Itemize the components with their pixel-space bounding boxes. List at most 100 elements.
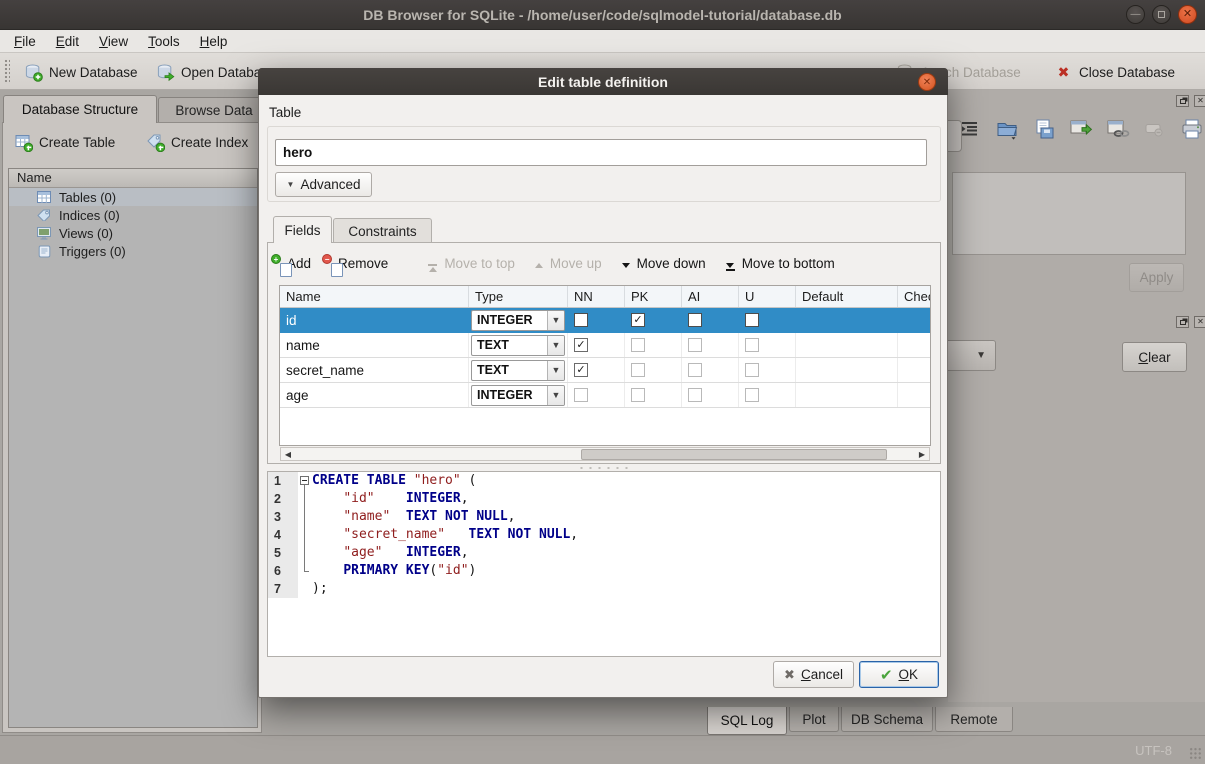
- tree-column-header-name[interactable]: Name: [9, 169, 257, 188]
- menu-tools[interactable]: Tools: [138, 32, 190, 51]
- checkbox-pk[interactable]: ✓: [625, 308, 682, 332]
- move-down-button[interactable]: Move down: [622, 256, 706, 271]
- clear-button[interactable]: Clear: [1122, 342, 1187, 372]
- close-dock-icon[interactable]: ✕: [1194, 95, 1205, 107]
- checkbox-pk[interactable]: [625, 383, 682, 407]
- splitter-handle[interactable]: [577, 466, 631, 470]
- field-type-select[interactable]: INTEGER▼: [469, 383, 568, 407]
- create-index-button[interactable]: Create Index: [146, 133, 248, 152]
- field-row-id[interactable]: idINTEGER▼✓: [280, 308, 930, 333]
- checkbox-ai[interactable]: [682, 358, 739, 382]
- tree-item-indices[interactable]: Indices (0): [9, 206, 257, 224]
- cancel-button[interactable]: ✖ Cancel: [773, 661, 854, 688]
- menu-view[interactable]: View: [89, 32, 138, 51]
- menu-help[interactable]: Help: [190, 32, 238, 51]
- column-header-nn[interactable]: NN: [568, 286, 625, 307]
- checkbox-u[interactable]: [739, 308, 796, 332]
- open-file-icon[interactable]: [995, 116, 1019, 142]
- window-titlebar[interactable]: DB Browser for SQLite - /home/user/code/…: [0, 0, 1205, 30]
- field-row-age[interactable]: ageINTEGER▼: [280, 383, 930, 408]
- close-window-button[interactable]: ✕: [1178, 5, 1197, 24]
- field-check[interactable]: [898, 358, 931, 382]
- remove-button[interactable]: −Remove: [331, 256, 388, 271]
- float-dock-icon[interactable]: [1176, 95, 1189, 107]
- bottom-tab-db-schema[interactable]: DB Schema: [841, 707, 933, 732]
- save-file-icon[interactable]: [1032, 116, 1056, 142]
- checkbox-u[interactable]: [739, 358, 796, 382]
- new-database-icon: [24, 63, 43, 82]
- menu-edit[interactable]: Edit: [46, 32, 89, 51]
- field-row-secret-name[interactable]: secret_nameTEXT▼✓: [280, 358, 930, 383]
- scrollbar-thumb[interactable]: [581, 449, 887, 460]
- checkbox-nn[interactable]: ✓: [568, 333, 625, 357]
- checkbox-ai[interactable]: [682, 308, 739, 332]
- advanced-button[interactable]: ▼ Advanced: [275, 172, 372, 197]
- sql-line: 1CREATE TABLE "hero" (: [268, 472, 940, 490]
- checkbox-nn[interactable]: [568, 308, 625, 332]
- checkbox-u[interactable]: [739, 383, 796, 407]
- column-header-name[interactable]: Name: [280, 286, 469, 307]
- cell-editor-area[interactable]: [952, 172, 1186, 255]
- checkbox-pk[interactable]: [625, 333, 682, 357]
- column-header-pk[interactable]: PK: [625, 286, 682, 307]
- column-header-type[interactable]: Type: [469, 286, 568, 307]
- field-type-select[interactable]: TEXT▼: [469, 333, 568, 357]
- field-row-name[interactable]: nameTEXT▼✓: [280, 333, 930, 358]
- dialog-titlebar[interactable]: Edit table definition: [258, 68, 948, 95]
- table-name-input[interactable]: [275, 139, 927, 166]
- ok-button[interactable]: ✔ OK: [859, 661, 939, 688]
- minimize-button[interactable]: —: [1126, 5, 1145, 24]
- checkbox-nn[interactable]: ✓: [568, 358, 625, 382]
- checkbox-nn[interactable]: [568, 383, 625, 407]
- column-header-default[interactable]: Default: [796, 286, 898, 307]
- fold-marker-box[interactable]: [298, 472, 312, 490]
- column-header-check[interactable]: Check: [898, 286, 931, 307]
- scroll-right-icon[interactable]: ▶: [915, 448, 929, 460]
- close-dock-icon[interactable]: ✕: [1194, 316, 1205, 328]
- bottom-tab-remote[interactable]: Remote: [935, 707, 1013, 732]
- format-indent-icon[interactable]: [958, 116, 982, 142]
- tree-item-views[interactable]: Views (0): [9, 224, 257, 242]
- dialog-tab-constraints[interactable]: Constraints: [333, 218, 432, 243]
- checkbox-ai[interactable]: [682, 333, 739, 357]
- menu-file[interactable]: File: [4, 32, 46, 51]
- float-dock-icon[interactable]: [1176, 316, 1189, 328]
- field-default[interactable]: [796, 333, 898, 357]
- checkbox-u[interactable]: [739, 333, 796, 357]
- field-check[interactable]: [898, 333, 931, 357]
- field-check[interactable]: [898, 383, 931, 407]
- field-check[interactable]: [898, 308, 931, 332]
- tree-item-tables[interactable]: Tables (0): [9, 188, 257, 206]
- tree-item-label: Views (0): [59, 226, 113, 241]
- horizontal-scrollbar[interactable]: ◀ ▶: [280, 447, 930, 461]
- field-default[interactable]: [796, 383, 898, 407]
- add-button[interactable]: +Add: [280, 256, 311, 271]
- close-dialog-button[interactable]: ✕: [918, 73, 936, 91]
- close-database-button[interactable]: ✖ Close Database: [1054, 59, 1175, 85]
- move-to-bottom-button[interactable]: Move to bottom: [726, 256, 835, 271]
- maximize-button[interactable]: [1152, 5, 1171, 24]
- tree-item-triggers[interactable]: Triggers (0): [9, 242, 257, 260]
- scroll-left-icon[interactable]: ◀: [281, 448, 295, 460]
- tab-browse-data[interactable]: Browse Data: [158, 97, 270, 123]
- execute-icon[interactable]: [1069, 116, 1093, 142]
- bottom-tab-plot[interactable]: Plot: [789, 707, 839, 732]
- field-default[interactable]: [796, 358, 898, 382]
- tab-database-structure[interactable]: Database Structure: [3, 95, 157, 123]
- create-table-button[interactable]: Create Table: [14, 133, 115, 152]
- dialog-tab-fields[interactable]: Fields: [273, 216, 332, 243]
- new-database-button[interactable]: New Database: [24, 59, 138, 85]
- checkbox-ai[interactable]: [682, 383, 739, 407]
- column-header-ai[interactable]: AI: [682, 286, 739, 307]
- field-type-select[interactable]: TEXT▼: [469, 358, 568, 382]
- column-header-u[interactable]: U: [739, 286, 796, 307]
- field-default[interactable]: [796, 308, 898, 332]
- resize-grip[interactable]: [1189, 747, 1202, 760]
- checkbox-pk[interactable]: [625, 358, 682, 382]
- print-icon[interactable]: [1180, 116, 1204, 142]
- link-icon[interactable]: [1106, 116, 1130, 142]
- field-type-select[interactable]: INTEGER▼: [469, 308, 568, 332]
- stop-icon[interactable]: [1143, 116, 1167, 142]
- toolbar-drag-handle[interactable]: [4, 59, 10, 84]
- bottom-tab-sql-log[interactable]: SQL Log: [707, 707, 787, 735]
